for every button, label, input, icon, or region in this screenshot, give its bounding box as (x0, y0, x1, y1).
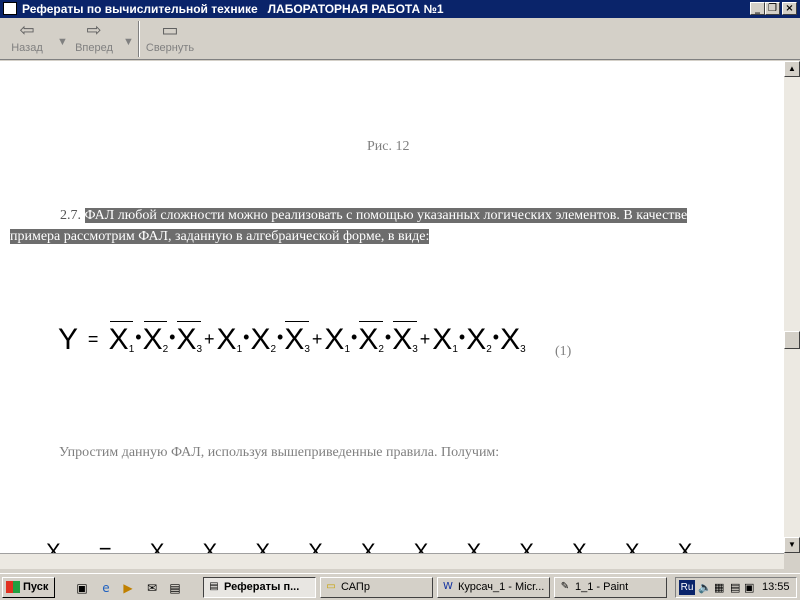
minimize-pane-button[interactable]: ▭ Свернуть (143, 20, 197, 58)
taskbar-item-referaty[interactable]: ▤ Рефераты п... (203, 577, 316, 598)
volume-icon[interactable]: 🔈 (698, 581, 712, 594)
language-indicator[interactable]: Ru (679, 580, 695, 595)
folder-icon: ▭ (326, 581, 336, 592)
back-arrow-icon: ⇦ (19, 20, 35, 41)
window-title: Рефераты по вычислительной технике ЛАБОР… (22, 2, 444, 16)
system-tray: Ru 🔈 ▦ ▤ ▣ 13:55 (675, 577, 797, 598)
tray-app-icon[interactable]: ▦ (714, 581, 724, 594)
formula-lhs: Y (58, 323, 78, 356)
start-button[interactable]: Пуск (2, 577, 55, 598)
clock: 13:55 (762, 581, 790, 593)
vertical-scrollbar[interactable]: ▲ ▼ (784, 61, 800, 553)
minimize-pane-icon: ▭ (161, 20, 179, 41)
simplify-text: Упростим данную ФАЛ, используя вышеприве… (59, 445, 500, 460)
taskbar: Пуск ▣ e ▶ ✉ ▤ ▤ Рефераты п... ▭ САПр W … (0, 573, 800, 600)
task-label: Рефераты п... (224, 581, 300, 593)
horizontal-scrollbar[interactable] (0, 553, 784, 569)
document-icon: ▤ (209, 581, 219, 592)
scroll-thumb[interactable] (784, 331, 800, 349)
task-label: САПр (341, 581, 370, 593)
logic-formula: Y = X1•X2•X3+X1•X2•X3+X1•X2•X3+X1•X2•X3 (58, 321, 526, 356)
channels-icon[interactable]: ▤ (167, 580, 183, 596)
forward-label: Вперед (75, 42, 113, 54)
taskbar-item-sapr[interactable]: ▭ САПр (320, 577, 433, 598)
outlook-icon[interactable]: ✉ (144, 580, 160, 596)
media-player-icon[interactable]: ▶ (120, 580, 136, 596)
partial-formula: X = X X X X X X X X X X X (46, 539, 709, 553)
minimize-window-button[interactable]: _ (750, 2, 765, 15)
maximize-window-button[interactable]: ❐ (765, 2, 780, 15)
highlighted-selection[interactable]: ФАЛ любой сложности можно реализовать с … (10, 208, 688, 244)
task-label: Курсач_1 - Micr... (458, 581, 545, 593)
tray-app-icon-2[interactable]: ▤ (730, 581, 740, 594)
document-icon (3, 2, 17, 15)
taskbar-item-paint[interactable]: ✎ 1_1 - Paint (554, 577, 667, 598)
scroll-corner (784, 553, 800, 569)
paint-icon: ✎ (560, 581, 570, 592)
close-window-button[interactable]: × (782, 2, 797, 15)
forward-arrow-icon: ⇨ (86, 20, 102, 41)
formula-number: (1) (555, 344, 572, 359)
internet-explorer-icon[interactable]: e (98, 580, 114, 596)
back-label: Назад (11, 42, 43, 54)
formula-equals: = (87, 329, 99, 349)
forward-button[interactable]: ⇨ Вперед (70, 20, 118, 58)
toolbar-separator (138, 21, 140, 57)
windows-logo-icon (6, 581, 20, 593)
minimize-pane-label: Свернуть (145, 42, 195, 54)
paragraph-number: 2.7. (60, 208, 81, 223)
scroll-up-button[interactable]: ▲ (784, 61, 800, 77)
figure-caption: Рис. 12 (367, 139, 410, 154)
task-label: 1_1 - Paint (575, 581, 629, 593)
title-bar: Рефераты по вычислительной технике ЛАБОР… (0, 0, 800, 18)
back-button[interactable]: ⇦ Назад (6, 20, 48, 58)
taskbar-item-word[interactable]: W Курсач_1 - Micr... (437, 577, 550, 598)
show-desktop-icon[interactable]: ▣ (74, 580, 90, 596)
scroll-down-button[interactable]: ▼ (784, 537, 800, 553)
network-icon[interactable]: ▣ (744, 581, 754, 594)
toolbar: ⇦ Назад ▼ ⇨ Вперед ▼ ▭ Свернуть (0, 18, 800, 60)
start-label: Пуск (23, 581, 49, 593)
paragraph: 2.7. ФАЛ любой сложности можно реализова… (10, 205, 720, 247)
formula-term: X1 (108, 321, 135, 356)
word-icon: W (443, 581, 453, 592)
document-view[interactable]: Рис. 12 2.7. ФАЛ любой сложности можно р… (0, 61, 784, 553)
